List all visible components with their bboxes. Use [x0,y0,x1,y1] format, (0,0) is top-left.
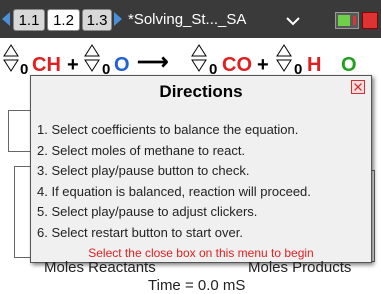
water-h: H [307,54,322,76]
co2-formula: CO [222,54,252,76]
tab-1-3[interactable]: 1.3 [82,9,112,31]
direction-item: 2. Select moles of methane to react. [37,142,246,158]
close-icon[interactable] [351,80,365,94]
methane-formula: CH [32,54,61,76]
battery-icon [335,12,359,29]
scroll-right-icon[interactable] [114,12,122,26]
dialog-title: Directions [159,82,243,101]
coef-stepper-oxygen[interactable] [84,43,100,73]
coef-stepper-methane[interactable] [3,43,19,73]
chevron-down-icon[interactable] [286,14,300,28]
tab-1-2[interactable]: 1.2 [47,9,80,31]
tab-bar: 1.1 1.2 1.3 *Solving_St..._SA [0,0,381,38]
moles-products-label: Moles Products [248,259,352,276]
directions-list: 1. Select coefficients to balance the eq… [37,120,311,243]
tab-1-1[interactable]: 1.1 [13,9,45,31]
coef-stepper-water[interactable] [276,43,292,73]
directions-dialog: Directions 1. Select coefficients to bal… [30,75,372,263]
time-readout: Time = 0.0 mS [148,277,246,294]
document-title: *Solving_St..._SA [128,11,247,28]
water-o: O [341,54,357,76]
oxygen-formula: O [114,54,130,76]
window-close-icon[interactable] [362,12,378,29]
scroll-left-icon[interactable] [2,12,10,26]
plus-sign-2: + [257,54,269,76]
moles-reactants-label: Moles Reactants [44,259,156,276]
dialog-note: Select the close box on this menu to beg… [88,246,314,260]
reaction-arrow: ⟶ [137,49,169,74]
direction-item: 3. Select play/pause button to check. [37,163,250,178]
plus-sign: + [67,54,79,76]
direction-item: 6. Select restart button to start over. [37,224,243,240]
direction-item: 5. Select play/pause to adjust clickers. [37,204,258,219]
coef-methane: 0 [20,61,29,78]
direction-item: 4. If equation is balanced, reaction wil… [37,183,311,199]
direction-item: 1. Select coefficients to balance the eq… [37,122,299,137]
coef-stepper-co2[interactable] [191,43,207,73]
